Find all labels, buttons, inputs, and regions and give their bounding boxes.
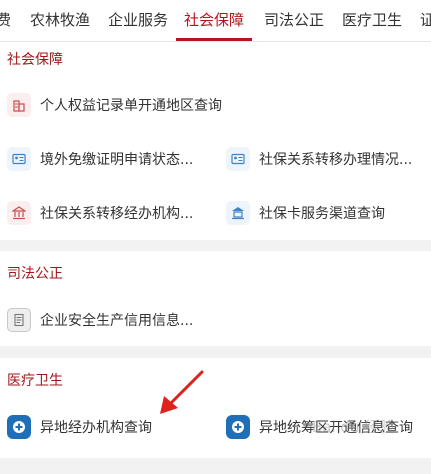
- tab-partial-left[interactable]: 费: [0, 0, 11, 41]
- service-label: 社保关系转移办理情况...: [259, 152, 413, 168]
- document-icon: [7, 308, 31, 332]
- tab-enterprise[interactable]: 企业服务: [108, 0, 168, 41]
- service-label: 境外免缴证明申请状态...: [40, 152, 194, 168]
- category-tab-bar: 费 农林牧渔 企业服务 社会保障 司法公正 医疗卫生 证: [0, 0, 431, 42]
- section-title: 社会保障: [7, 52, 63, 68]
- tab-judicial[interactable]: 司法公正: [264, 0, 324, 41]
- service-label: 企业安全生产信用信息...: [40, 313, 194, 329]
- section-social-security: 社会保障 个人权益记录单开通地区查询 境外免缴证明申请状态... 社保关系转移办…: [0, 42, 431, 240]
- section-title: 医疗卫生: [7, 373, 63, 389]
- id-card-icon: [7, 147, 31, 171]
- tab-medical[interactable]: 医疗卫生: [342, 0, 402, 41]
- medical-kit-icon: [7, 415, 31, 439]
- tab-social-security[interactable]: 社会保障: [184, 0, 244, 41]
- service-item[interactable]: 企业安全生产信用信息...: [7, 305, 193, 335]
- section-medical: 医疗卫生 异地经办机构查询 异地统筹区开通信息查询: [0, 358, 431, 458]
- active-tab-indicator: [176, 38, 252, 41]
- tab-partial-right[interactable]: 证: [420, 0, 431, 41]
- annotation-arrow-icon: [160, 370, 204, 414]
- service-label: 社保关系转移经办机构...: [40, 206, 194, 222]
- service-item[interactable]: 社保关系转移办理情况...: [226, 144, 412, 174]
- tab-agriculture[interactable]: 农林牧渔: [30, 0, 90, 41]
- service-item[interactable]: 社保卡服务渠道查询: [226, 198, 385, 228]
- watermark: Bai du 经验: [312, 418, 395, 436]
- service-item[interactable]: 社保关系转移经办机构...: [7, 198, 193, 228]
- service-item[interactable]: 异地经办机构查询: [7, 412, 152, 442]
- service-label: 个人权益记录单开通地区查询: [40, 98, 222, 114]
- service-label: 社保卡服务渠道查询: [259, 206, 385, 222]
- id-card-icon: [226, 147, 250, 171]
- institution-icon: [7, 201, 31, 225]
- service-label: 异地经办机构查询: [40, 420, 152, 436]
- section-title: 司法公正: [7, 266, 63, 282]
- building-icon: [7, 93, 31, 117]
- medical-kit-icon: [226, 415, 250, 439]
- service-item[interactable]: 境外免缴证明申请状态...: [7, 144, 193, 174]
- bank-icon: [226, 201, 250, 225]
- service-item[interactable]: 个人权益记录单开通地区查询: [7, 90, 222, 120]
- section-judicial: 司法公正 企业安全生产信用信息...: [0, 251, 431, 346]
